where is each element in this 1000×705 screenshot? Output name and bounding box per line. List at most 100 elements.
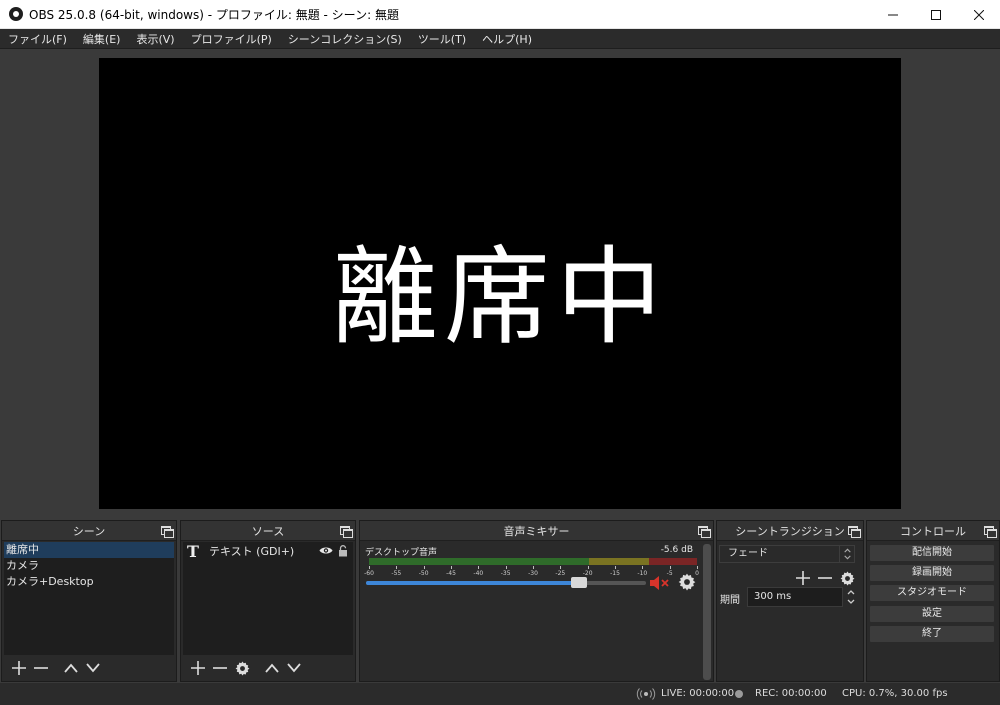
add-scene-button[interactable] [8,657,30,679]
maximize-icon [930,9,941,20]
move-source-down-button[interactable] [283,657,305,679]
scenes-dock-title: シーン [72,524,106,538]
preview-text: 離席中 [332,235,668,359]
meter-tick [423,566,425,569]
eye-icon[interactable] [319,546,333,555]
plus-icon [191,661,205,675]
meter-tick-label: -25 [555,570,566,577]
mixer-scrollbar[interactable] [703,544,711,680]
meter-tick-label: -15 [610,570,620,577]
meter-tick-label: -60 [364,570,374,577]
controls-dock-header: コントロール [867,521,999,541]
live-time: LIVE: 00:00:00 [661,688,735,699]
scenes-list: 離席中 カメラ カメラ+Desktop [4,542,174,655]
menu-view[interactable]: 表示(V) [128,31,182,47]
undock-icon[interactable] [984,526,997,538]
meter-tick [478,566,480,569]
chevron-down-icon [287,663,301,673]
undock-icon[interactable] [848,526,861,538]
meter-green-zone [369,558,589,565]
duration-input[interactable]: 300 ms [747,587,843,607]
maximize-button[interactable] [914,0,957,29]
add-source-button[interactable] [187,657,209,679]
chevron-down-icon [86,663,100,673]
gear-icon[interactable] [678,573,696,591]
updown-arrow-icon[interactable] [839,545,855,563]
menu-scene-collection[interactable]: シーンコレクション(S) [280,31,410,47]
meter-tick-label: -20 [582,570,593,577]
source-properties-button[interactable] [231,657,253,679]
mixer-dock-header: 音声ミキサー [360,521,713,541]
preview-canvas[interactable]: 離席中 [99,58,901,509]
plus-icon [796,571,810,585]
sources-dock-header: ソース [181,521,355,541]
meter-tick [505,566,507,569]
move-scene-down-button[interactable] [82,657,104,679]
meter-tick-label: -40 [473,570,484,577]
text-source-icon: T [187,541,199,561]
transition-toolbar [792,567,858,589]
scene-item[interactable]: カメラ [4,558,174,574]
undock-icon[interactable] [340,526,353,538]
broadcast-icon [636,688,656,700]
window-controls [871,0,1000,29]
settings-button[interactable]: 設定 [869,605,995,623]
source-item[interactable]: T テキスト (GDI+) [183,541,353,561]
controls-dock-title: コントロール [900,524,966,538]
menu-file[interactable]: ファイル(F) [0,31,75,47]
start-recording-button[interactable]: 録画開始 [869,564,995,582]
minimize-button[interactable] [871,0,914,29]
chevron-up-icon [64,663,78,673]
spin-arrows-icon[interactable] [845,587,857,607]
start-streaming-button[interactable]: 配信開始 [869,544,995,562]
minimize-icon [887,14,898,15]
transition-select[interactable]: フェード [719,545,855,563]
exit-button[interactable]: 終了 [869,625,995,643]
scene-item[interactable]: 離席中 [4,542,174,558]
status-bar: LIVE: 00:00:00 REC: 00:00:00 CPU: 0.7%, … [0,683,1000,705]
plus-icon [12,661,26,675]
menu-profile[interactable]: プロファイル(P) [183,31,280,47]
add-transition-button[interactable] [792,567,814,589]
undock-icon[interactable] [698,526,711,538]
studio-mode-button[interactable]: スタジオモード [869,584,995,602]
meter-yellow-zone [589,558,649,565]
volume-slider[interactable] [366,577,646,588]
menu-tools[interactable]: ツール(T) [410,31,474,47]
scene-item[interactable]: カメラ+Desktop [4,574,174,590]
remove-source-button[interactable] [209,657,231,679]
gear-icon [235,660,249,676]
meter-tick-label: -55 [391,570,402,577]
close-button[interactable] [957,0,1000,29]
remove-transition-button[interactable] [814,567,836,589]
channel-name: デスクトップ音声 [365,548,438,558]
meter-tick-label: -35 [500,570,511,577]
mixer-dock-title: 音声ミキサー [503,524,570,538]
transition-properties-button[interactable] [836,567,858,589]
remove-scene-button[interactable] [30,657,52,679]
move-source-up-button[interactable] [261,657,283,679]
menu-edit[interactable]: 編集(E) [75,31,129,47]
minus-icon [34,667,48,669]
unlocked-icon[interactable] [338,545,348,557]
preview-area: 離席中 [0,49,1000,516]
meter-tick-label: -30 [528,570,538,577]
meter-tick [533,566,534,569]
undock-icon[interactable] [161,526,174,538]
volume-slider-handle[interactable] [571,577,587,588]
minus-icon [818,577,832,579]
sources-list: T テキスト (GDI+) [183,542,353,655]
meter-tick [560,566,562,569]
muted-speaker-icon[interactable] [649,575,671,591]
transitions-dock-title: シーントランジション [735,524,845,538]
sources-dock-title: ソース [251,524,285,538]
scenes-toolbar [2,655,176,681]
move-scene-up-button[interactable] [60,657,82,679]
scenes-dock: シーン 離席中 カメラ カメラ+Desktop [1,520,177,682]
meter-tick [369,566,370,569]
minus-icon [213,667,227,669]
close-icon [973,9,984,20]
volume-meter [369,558,697,565]
menu-help[interactable]: ヘルプ(H) [474,31,540,47]
meter-tick [587,566,589,569]
